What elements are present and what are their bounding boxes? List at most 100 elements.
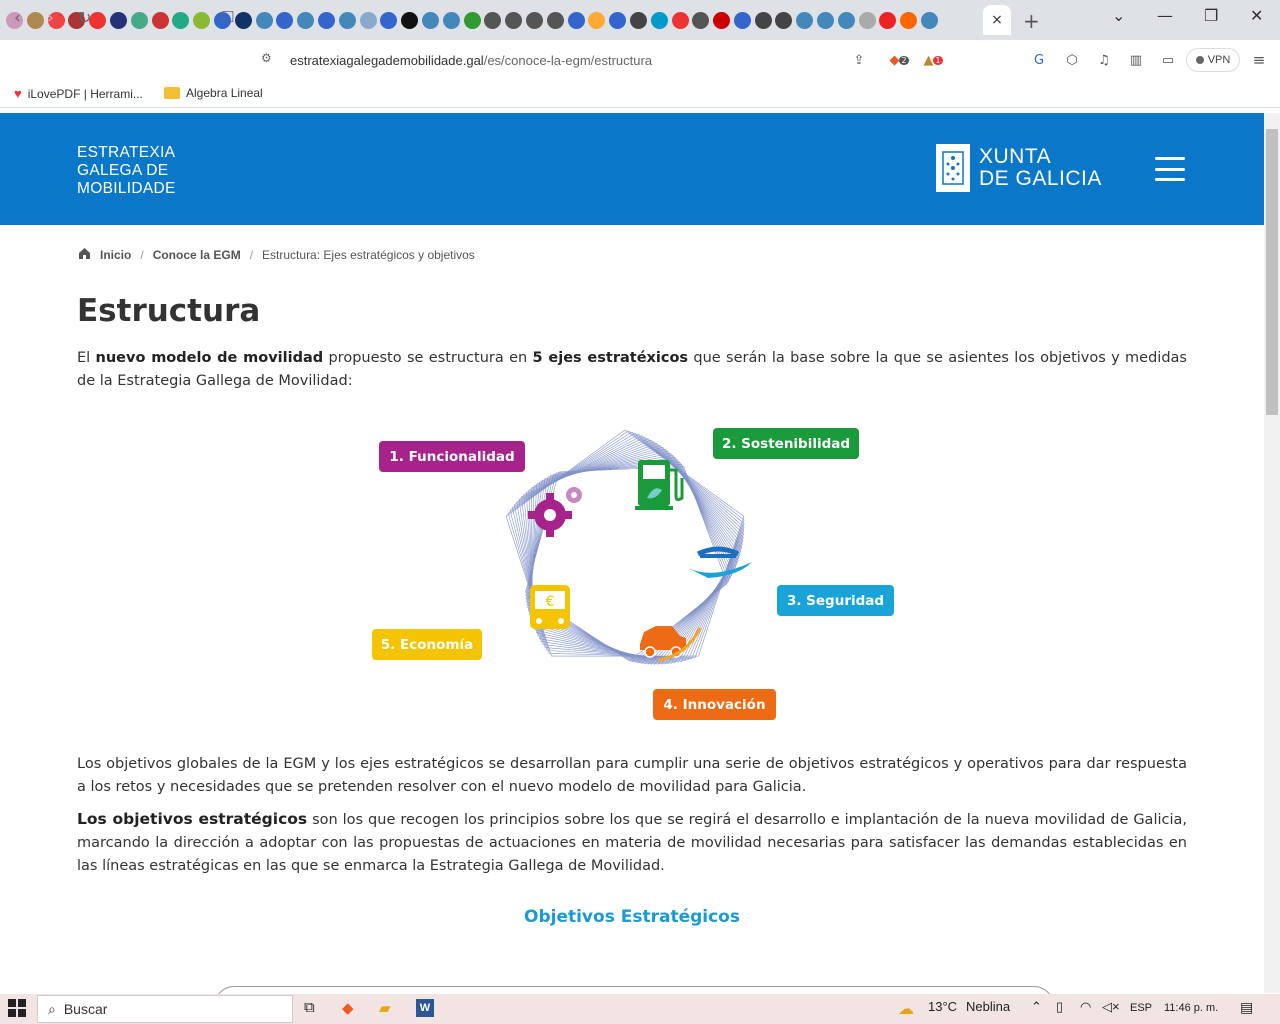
tab-favicon[interactable]: [151, 11, 169, 29]
breadcrumb-section[interactable]: Conoce la EGM: [153, 248, 241, 262]
tab-favicon[interactable]: [733, 11, 751, 29]
tab-favicon[interactable]: [130, 11, 148, 29]
active-tab[interactable]: ×: [983, 5, 1011, 35]
pentagon-line: [526, 457, 734, 664]
tab-favicon[interactable]: [421, 11, 439, 29]
tab-favicon[interactable]: [609, 11, 627, 29]
tab-favicon[interactable]: [109, 11, 127, 29]
translate-icon[interactable]: G: [1030, 51, 1048, 69]
tab-favicon[interactable]: [754, 11, 772, 29]
weather-desc[interactable]: Neblina: [966, 999, 1010, 1014]
axis-label-sostenibilidad: 2. Sostenibilidad: [713, 428, 859, 459]
word-icon[interactable]: W: [416, 999, 434, 1017]
pentagon-line: [527, 454, 735, 665]
tray-chevron-icon[interactable]: ⌃: [1031, 999, 1042, 1015]
battery-icon[interactable]: ▯: [1056, 999, 1063, 1015]
new-tab-button[interactable]: +: [1023, 9, 1040, 33]
tab-favicon[interactable]: [89, 11, 107, 29]
tab-favicon[interactable]: [796, 11, 814, 29]
minimize-button[interactable]: —: [1157, 6, 1173, 25]
brave-shields-icon[interactable]: ◆ 2: [889, 51, 909, 69]
wallet-icon[interactable]: ▭: [1159, 51, 1177, 69]
tab-favicon[interactable]: [172, 11, 190, 29]
tab-close-icon[interactable]: ×: [991, 12, 1003, 28]
bookmark-algebra-lineal[interactable]: Algebra Lineal: [164, 86, 263, 100]
tab-favicon[interactable]: [255, 11, 273, 29]
tab-favicon[interactable]: [505, 11, 523, 29]
tab-favicon[interactable]: [775, 11, 793, 29]
tab-favicon[interactable]: [463, 11, 481, 29]
tab-favicon[interactable]: [671, 11, 689, 29]
tab-favicon[interactable]: [858, 11, 876, 29]
tab-favicon[interactable]: [401, 11, 419, 29]
clock[interactable]: 11:46 p. m.: [1164, 1002, 1218, 1014]
language-indicator[interactable]: ESP: [1130, 1002, 1152, 1014]
intro-paragraph: El nuevo modelo de movilidad propuesto s…: [77, 350, 1187, 389]
notifications-icon[interactable]: ▤: [1240, 999, 1253, 1016]
tab-favicon[interactable]: [193, 11, 211, 29]
tab-favicon[interactable]: [26, 11, 44, 29]
reload-icon[interactable]: ↻: [78, 8, 91, 27]
tab-favicon[interactable]: [650, 11, 668, 29]
tab-favicon[interactable]: [692, 11, 710, 29]
taskbar-search-input[interactable]: ⌕ Buscar: [37, 995, 293, 1023]
tab-favicon[interactable]: [484, 11, 502, 29]
sidebar-icon[interactable]: ▥: [1127, 51, 1145, 69]
tab-favicon[interactable]: [921, 11, 939, 29]
site-logo[interactable]: ESTRATEXIA GALEGA DE MOBILIDADE: [77, 144, 176, 198]
bookmark-ilovepdf[interactable]: ♥ iLovePDF | Herrami...: [14, 86, 143, 101]
tab-favicon[interactable]: [817, 11, 835, 29]
vpn-button[interactable]: VPN: [1186, 48, 1240, 72]
menu-icon[interactable]: ≡: [1250, 51, 1268, 69]
tab-favicon[interactable]: [317, 11, 335, 29]
extensions-icon[interactable]: ⬡: [1063, 51, 1081, 69]
tab-favicon[interactable]: [546, 11, 564, 29]
tab-favicon[interactable]: [338, 11, 356, 29]
share-icon[interactable]: ⇪: [850, 51, 868, 69]
vpn-status-icon: [1195, 56, 1204, 64]
weather-temp[interactable]: 13°C: [928, 999, 957, 1014]
objectives-paragraph: Los objetivos globales de la EGM y los e…: [77, 756, 1187, 795]
tab-favicon[interactable]: [442, 11, 460, 29]
restore-button[interactable]: ❐: [1204, 6, 1218, 25]
url-path: /es/conoce-la-egm/estructura: [483, 53, 653, 68]
tab-favicon[interactable]: [837, 11, 855, 29]
music-icon[interactable]: ♫: [1095, 51, 1113, 69]
forward-icon[interactable]: ›: [47, 8, 54, 28]
breadcrumb-home[interactable]: Inicio: [100, 248, 131, 262]
file-explorer-icon[interactable]: ▰: [379, 999, 391, 1017]
folder-icon: [164, 87, 180, 99]
back-icon[interactable]: ‹: [14, 8, 21, 28]
close-window-button[interactable]: ✕: [1250, 6, 1263, 25]
scrollbar-thumb[interactable]: [1266, 129, 1278, 415]
wifi-icon[interactable]: ◠: [1080, 999, 1091, 1015]
tab-favicon[interactable]: [629, 11, 647, 29]
url-host: estratexiagalegademobilidade.gal: [290, 53, 484, 68]
tab-favicon[interactable]: [900, 11, 918, 29]
home-icon[interactable]: [78, 247, 91, 263]
tab-favicon[interactable]: [588, 11, 606, 29]
brave-rewards-icon[interactable]: ▲ 1: [923, 51, 943, 69]
tab-favicon[interactable]: [879, 11, 897, 29]
bookmark-icon[interactable]: ☐: [221, 8, 234, 26]
volume-icon[interactable]: ◁×: [1102, 999, 1120, 1015]
tab-favicon[interactable]: [359, 11, 377, 29]
tab-favicon[interactable]: [525, 11, 543, 29]
tab-list-icon[interactable]: ⌄: [1112, 6, 1125, 25]
tab-favicon[interactable]: [713, 11, 731, 29]
xunta-logo[interactable]: XUNTA DE GALICIA: [936, 144, 1102, 192]
pentagon-line: [525, 441, 743, 665]
windows-start-icon[interactable]: [8, 999, 26, 1020]
task-view-icon[interactable]: ⧉: [304, 999, 315, 1016]
tab-favicon[interactable]: [276, 11, 294, 29]
brave-browser-taskbar-icon[interactable]: ◆: [342, 999, 354, 1017]
hamburger-menu-icon[interactable]: [1155, 157, 1185, 181]
tab-favicon[interactable]: [234, 11, 252, 29]
url-text[interactable]: estratexiagalegademobilidade.gal/es/cono…: [290, 53, 652, 68]
tab-favicon[interactable]: [567, 11, 585, 29]
breadcrumb-separator: /: [140, 248, 144, 262]
tab-favicon[interactable]: [297, 11, 315, 29]
section-subtitle: Objetivos Estratégicos: [524, 907, 740, 927]
tab-favicon[interactable]: [380, 11, 398, 29]
site-info-icon[interactable]: ⚙: [261, 51, 272, 65]
